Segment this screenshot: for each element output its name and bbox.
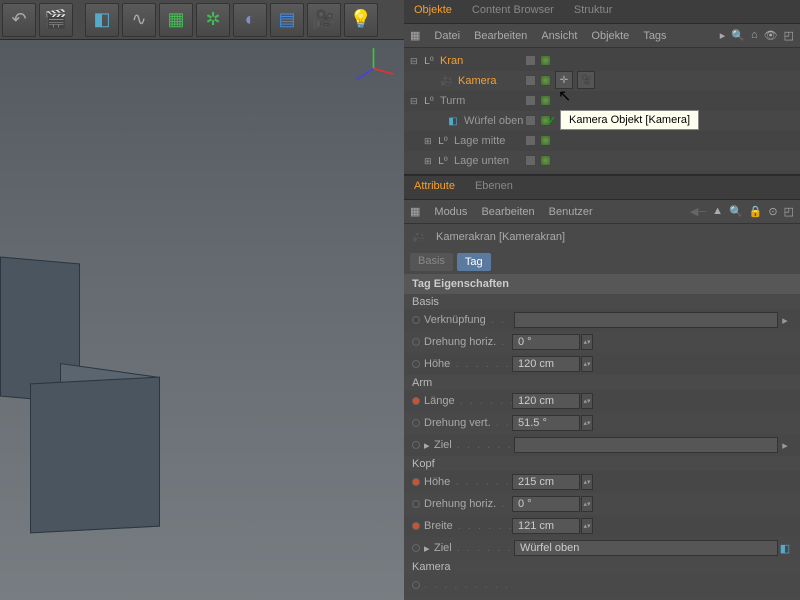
tooltip: Kamera Objekt [Kamera] xyxy=(560,110,699,130)
prop-hoehe: Höhe120 cm▴▾ xyxy=(404,353,800,375)
grid-icon[interactable]: ▦ xyxy=(410,29,420,42)
prop-ziel-arm: ▸Ziel▸ xyxy=(404,434,800,456)
tab-ebenen[interactable]: Ebenen xyxy=(465,176,523,199)
spinner-icon[interactable]: ▴▾ xyxy=(581,474,593,490)
prop-drehung-vert: Drehung vert.51.5 °▴▾ xyxy=(404,412,800,434)
menu-benutzer[interactable]: Benutzer xyxy=(549,206,593,218)
group-arm: Arm xyxy=(404,375,800,390)
spinner-icon[interactable]: ▴▾ xyxy=(581,518,593,534)
menu-datei[interactable]: Datei xyxy=(434,30,460,42)
mesh-preview xyxy=(30,377,160,534)
value-input[interactable]: 120 cm xyxy=(512,393,580,409)
cursor-icon: ↖ xyxy=(558,86,571,106)
attribute-tabs: Attribute Ebenen xyxy=(404,176,800,200)
grid-icon[interactable]: ▦ xyxy=(410,205,420,218)
object-manager-menu: ▦ Datei Bearbeiten Ansicht Objekte Tags … xyxy=(404,24,800,48)
tab-objekte[interactable]: Objekte xyxy=(404,0,462,23)
3d-viewport[interactable] xyxy=(0,40,404,600)
nav-back-icon[interactable]: ◀─ xyxy=(690,205,706,218)
picker-icon[interactable]: ▸ xyxy=(778,439,792,452)
nurbs-icon[interactable]: ▦ xyxy=(159,3,193,37)
group-basis: Basis xyxy=(404,294,800,309)
picker-icon[interactable]: ▸ xyxy=(778,314,792,327)
object-name: Kamerakran [Kamerakran] xyxy=(436,231,565,243)
lock-icon[interactable]: 🔒 xyxy=(749,205,763,218)
spinner-icon[interactable]: ▴▾ xyxy=(581,496,593,512)
layer-toggle[interactable] xyxy=(525,75,536,86)
menu-modus[interactable]: Modus xyxy=(434,206,467,218)
nav-up-icon[interactable]: ▲ xyxy=(712,205,723,218)
prop-laenge: Länge120 cm▴▾ xyxy=(404,390,800,412)
eye-icon[interactable]: 👁 xyxy=(764,29,778,42)
layer-toggle[interactable] xyxy=(525,115,536,126)
search-icon[interactable]: 🔍 xyxy=(731,29,745,42)
camera-crane-icon: 🎥 xyxy=(412,230,426,244)
deformer-icon[interactable]: ◐ xyxy=(233,3,267,37)
link-field[interactable] xyxy=(514,312,778,328)
value-input[interactable]: 51.5 ° xyxy=(512,415,580,431)
home-icon[interactable]: ⌂ xyxy=(751,29,758,42)
spinner-icon[interactable]: ▴▾ xyxy=(581,393,593,409)
spinner-icon[interactable]: ▴▾ xyxy=(581,356,593,372)
visibility-toggle[interactable] xyxy=(540,95,551,106)
expand-icon[interactable]: ◰ xyxy=(784,205,794,218)
light-icon[interactable]: 💡 xyxy=(344,3,378,37)
search-icon[interactable]: 🔍 xyxy=(729,205,743,218)
visibility-toggle[interactable] xyxy=(540,75,551,86)
visibility-toggle[interactable] xyxy=(540,55,551,66)
section-title: Tag Eigenschaften xyxy=(404,274,800,294)
cube-icon[interactable]: ◧ xyxy=(778,542,792,555)
value-input[interactable]: 120 cm xyxy=(512,356,580,372)
floor-icon[interactable]: ▤ xyxy=(270,3,304,37)
menu-ansicht[interactable]: Ansicht xyxy=(541,30,577,42)
layer-toggle[interactable] xyxy=(525,95,536,106)
layer-toggle[interactable] xyxy=(525,135,536,146)
menu-objekte[interactable]: Objekte xyxy=(591,30,629,42)
prop-hoehe-kopf: Höhe215 cm▴▾ xyxy=(404,471,800,493)
layer-toggle[interactable] xyxy=(525,155,536,166)
link-field[interactable]: Würfel oben xyxy=(514,540,778,556)
layer-toggle[interactable] xyxy=(525,55,536,66)
spinner-icon[interactable]: ▴▾ xyxy=(581,415,593,431)
tag-camera-icon[interactable]: 🎥 xyxy=(577,71,595,89)
axis-gizmo[interactable] xyxy=(351,46,396,91)
subtab-basis[interactable]: Basis xyxy=(410,253,453,271)
subtab-tag[interactable]: Tag xyxy=(457,253,491,271)
render-icon[interactable]: 🎬 xyxy=(39,3,73,37)
value-input[interactable]: 215 cm xyxy=(512,474,580,490)
spline-icon[interactable]: ∿ xyxy=(122,3,156,37)
prop-drehung-horiz-kopf: Drehung horiz.0 °▴▾ xyxy=(404,493,800,515)
value-input[interactable]: 0 ° xyxy=(512,496,580,512)
tab-attribute[interactable]: Attribute xyxy=(404,176,465,199)
spinner-icon[interactable]: ▴▾ xyxy=(581,334,593,350)
menu-tags[interactable]: Tags xyxy=(643,30,666,42)
visibility-toggle[interactable] xyxy=(540,135,551,146)
object-name-row: 🎥 Kamerakran [Kamerakran] xyxy=(404,224,800,250)
arrow-icon[interactable]: ▸ xyxy=(720,29,726,42)
link-field[interactable] xyxy=(514,437,778,453)
tab-content-browser[interactable]: Content Browser xyxy=(462,0,564,23)
cube-icon[interactable]: ◧ xyxy=(85,3,119,37)
prop-breite: Breite121 cm▴▾ xyxy=(404,515,800,537)
prop-ziel-kopf: ▸ZielWürfel oben◧ xyxy=(404,537,800,559)
panel-tabs: Objekte Content Browser Struktur xyxy=(404,0,800,24)
visibility-toggle[interactable] xyxy=(540,155,551,166)
value-input[interactable]: 121 cm xyxy=(512,518,580,534)
attribute-menu: ▦ Modus Bearbeiten Benutzer ◀─ ▲ 🔍 🔒 ⊙ ◰ xyxy=(404,200,800,224)
menu-bearbeiten[interactable]: Bearbeiten xyxy=(481,206,534,218)
prop-drehung-horiz: Drehung horiz.0 °▴▾ xyxy=(404,331,800,353)
prop-verknuepfung: Verknüpfung▸ xyxy=(404,309,800,331)
group-kopf: Kopf xyxy=(404,456,800,471)
menu-bearbeiten[interactable]: Bearbeiten xyxy=(474,30,527,42)
undo-icon[interactable]: ↶ xyxy=(2,3,36,37)
gear-icon[interactable]: ⊙ xyxy=(768,205,777,218)
camera-icon[interactable]: 🎥 xyxy=(307,3,341,37)
array-icon[interactable]: ✲ xyxy=(196,3,230,37)
expand-icon[interactable]: ◰ xyxy=(784,29,794,42)
value-input[interactable]: 0 ° xyxy=(512,334,580,350)
prop-kamera-row xyxy=(404,574,800,596)
group-kamera: Kamera xyxy=(404,559,800,574)
tab-struktur[interactable]: Struktur xyxy=(564,0,623,23)
